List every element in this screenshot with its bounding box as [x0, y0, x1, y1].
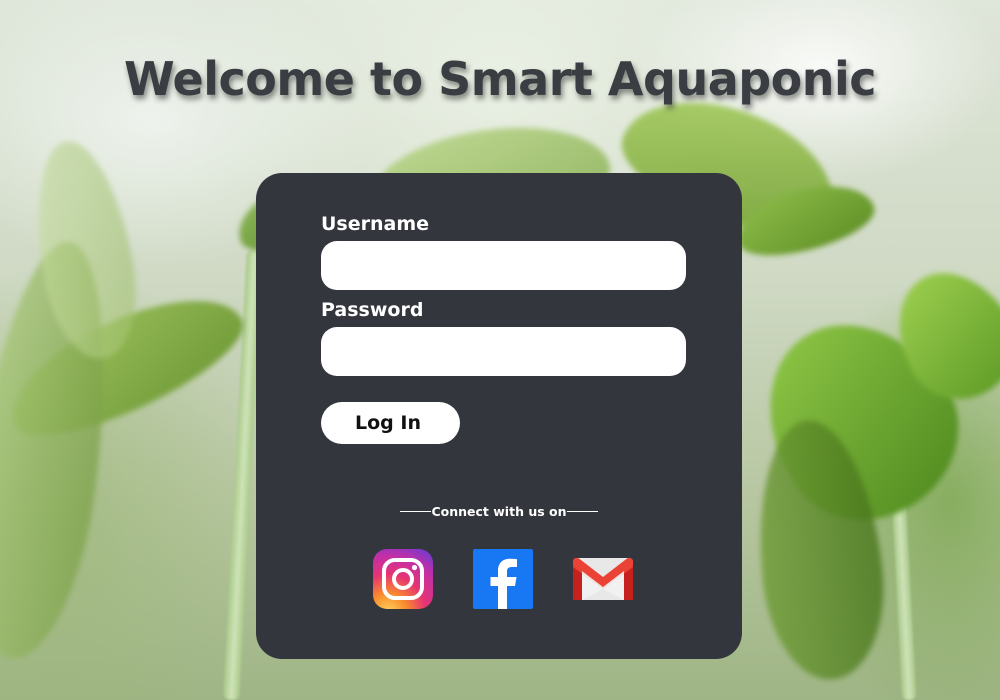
login-card: Username Password Log In Connect with us…	[256, 173, 742, 659]
divider	[566, 511, 598, 512]
social-heading-text: Connect with us on	[431, 504, 567, 519]
username-label: Username	[321, 213, 430, 235]
login-button[interactable]: Log In	[321, 402, 460, 444]
password-label: Password	[321, 299, 424, 321]
page-title: Welcome to Smart Aquaponic	[123, 52, 877, 106]
facebook-icon	[473, 549, 533, 609]
gmail-link[interactable]	[573, 549, 633, 609]
facebook-link[interactable]	[473, 549, 533, 609]
social-heading: Connect with us on	[256, 504, 742, 519]
gmail-icon	[573, 557, 633, 600]
divider	[400, 511, 432, 512]
password-input[interactable]	[321, 327, 686, 376]
username-input[interactable]	[321, 241, 686, 290]
instagram-icon	[373, 549, 433, 609]
instagram-link[interactable]	[373, 549, 433, 609]
